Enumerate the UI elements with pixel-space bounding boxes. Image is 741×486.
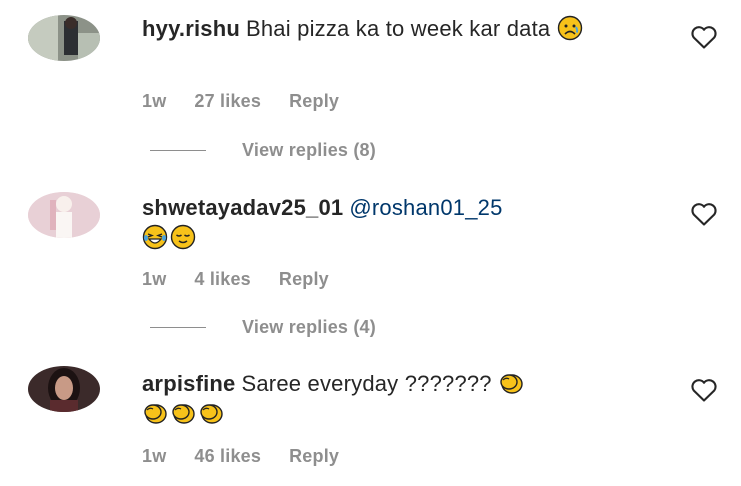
heart-outline-icon[interactable] [690,377,718,403]
comment-meta: 1w 46 likes Reply [142,446,339,467]
comment-username[interactable]: arpisfine [142,371,236,396]
comment-meta: 1w 27 likes Reply [142,91,339,112]
clapping-hands-emoji [498,370,524,396]
heart-outline-icon[interactable] [690,24,718,50]
view-replies-button[interactable]: View replies (4) [150,317,376,338]
comment-likes[interactable]: 4 likes [194,269,250,290]
comment-body: arpisfine Saree everyday ??????? [142,369,662,429]
comment-username[interactable]: hyy.rishu [142,16,240,41]
comment-text: Saree everyday ??????? [241,371,492,396]
comment-text: Bhai pizza ka to week kar data [245,16,551,41]
comment-likes[interactable]: 27 likes [194,91,261,112]
avatar[interactable] [28,192,100,238]
clapping-hands-emoji [198,400,224,426]
comment-mention[interactable]: @roshan01_25 [349,195,502,220]
sad-face-emoji [557,15,583,41]
reply-button[interactable]: Reply [279,269,329,290]
comment-time[interactable]: 1w [142,269,166,290]
avatar[interactable] [28,366,100,412]
view-replies-label: View replies (8) [242,140,376,160]
view-replies-label: View replies (4) [242,317,376,337]
reply-button[interactable]: Reply [289,91,339,112]
comment-body: shwetayadav25_01 @roshan01_25 [142,193,662,253]
comment-meta: 1w 4 likes Reply [142,269,329,290]
replies-divider-line [150,327,206,328]
laughing-tears-emoji [142,224,168,250]
clapping-hands-emoji [142,400,168,426]
reply-button[interactable]: Reply [289,446,339,467]
view-replies-button[interactable]: View replies (8) [150,140,376,161]
comment-username[interactable]: shwetayadav25_01 [142,195,343,220]
comment-body: hyy.rishu Bhai pizza ka to week kar data [142,14,662,44]
avatar[interactable] [28,15,100,61]
comment-time[interactable]: 1w [142,446,166,467]
clapping-hands-emoji [170,400,196,426]
heart-outline-icon[interactable] [690,201,718,227]
comment-likes[interactable]: 46 likes [194,446,261,467]
relieved-face-emoji [170,224,196,250]
comment-time[interactable]: 1w [142,91,166,112]
replies-divider-line [150,150,206,151]
